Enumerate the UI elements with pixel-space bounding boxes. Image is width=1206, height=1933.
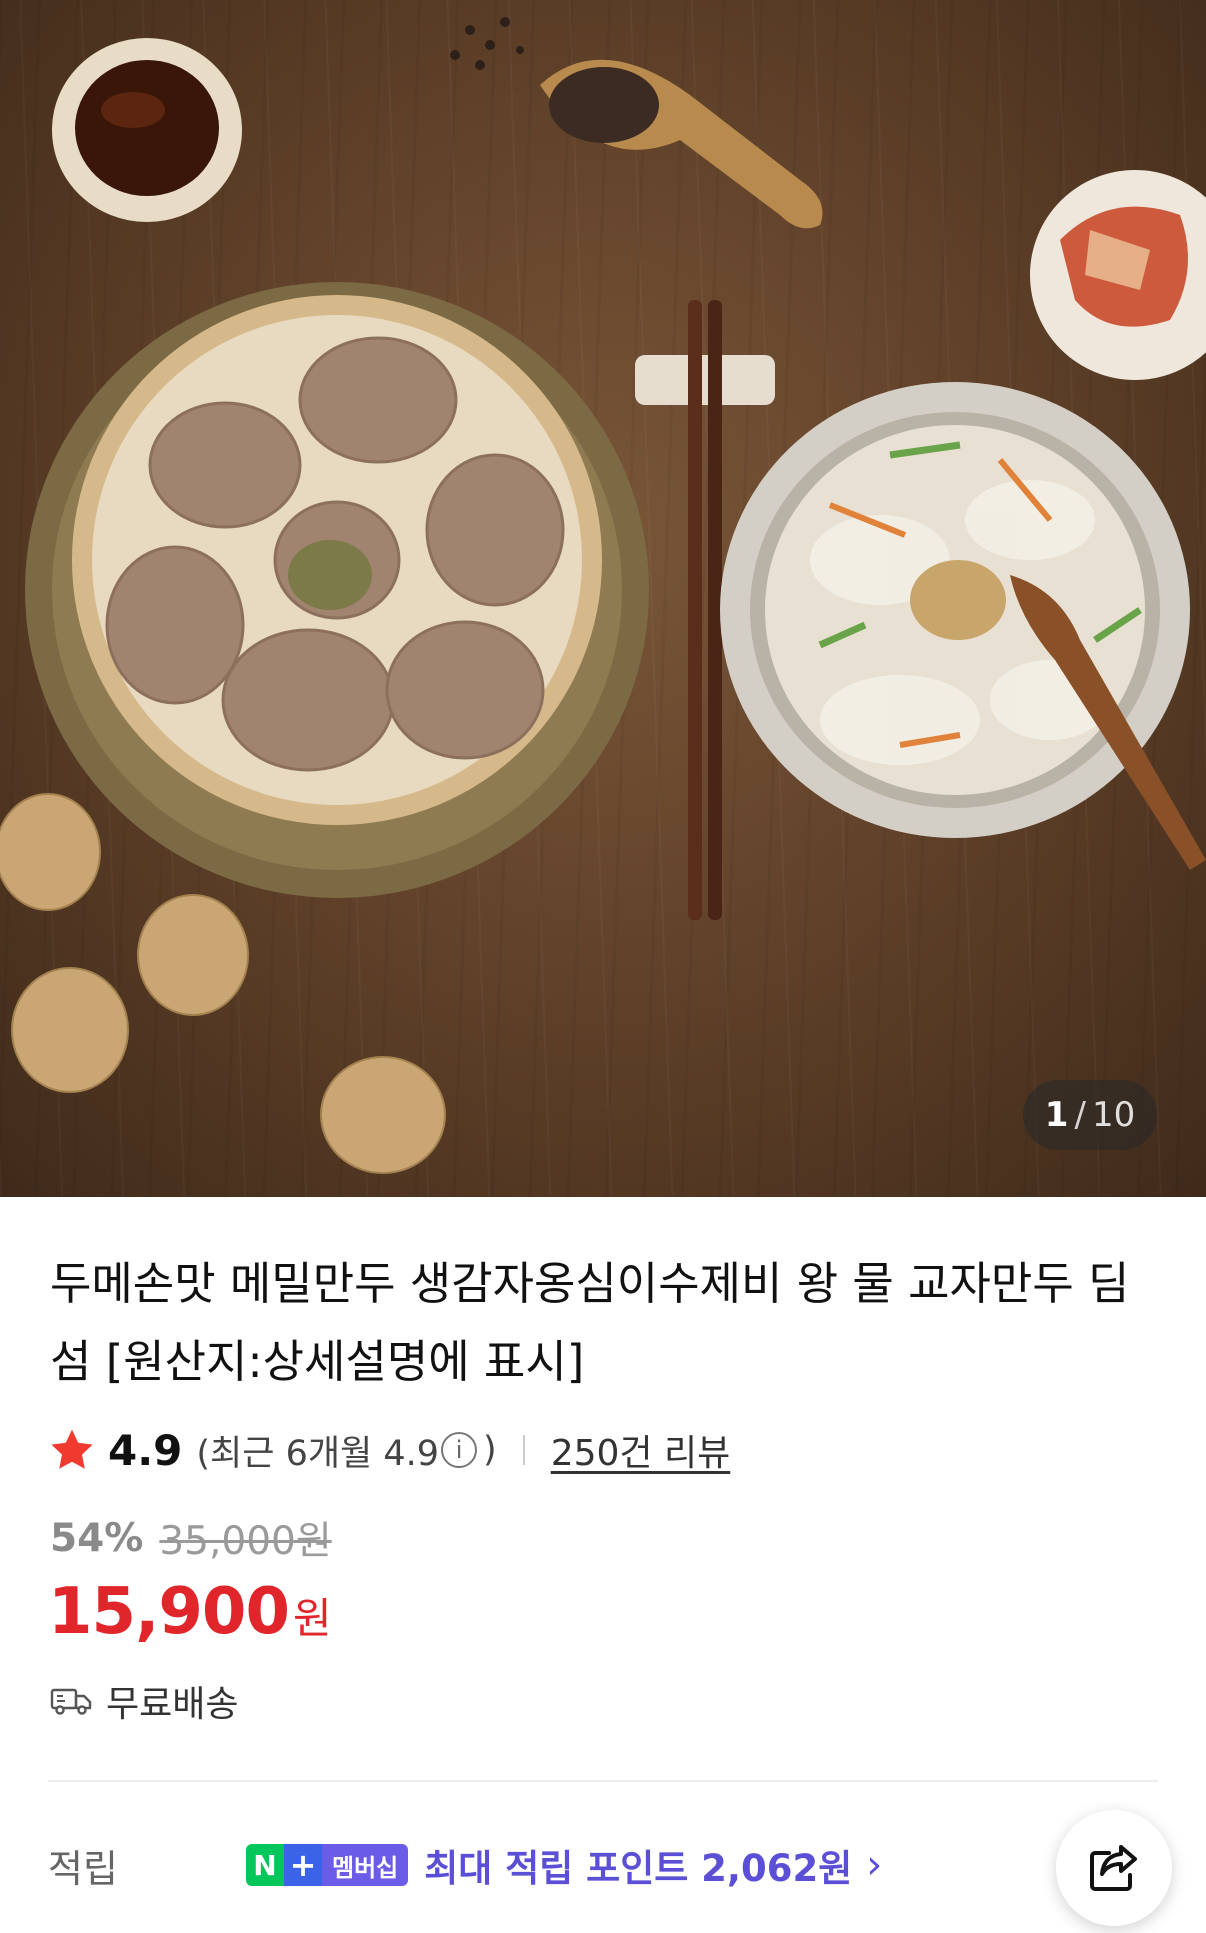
image-counter-current: 1: [1044, 1095, 1069, 1135]
plus-icon: +: [284, 1844, 322, 1886]
rating-score: 4.9: [108, 1425, 183, 1475]
review-count-link[interactable]: 250건 리뷰: [551, 1424, 731, 1476]
recent-rating: (최근 6개월 4.9: [196, 1433, 440, 1474]
rating-divider: [522, 1435, 525, 1465]
sale-price: 15,900: [48, 1575, 290, 1649]
info-icon[interactable]: i: [441, 1432, 478, 1468]
chevron-right-icon[interactable]: ›: [866, 1842, 882, 1888]
shipping-label: 무료배송: [106, 1684, 239, 1725]
rating-row: 4.9 (최근 6개월 4.9 i ) 250건 리뷰: [48, 1420, 730, 1480]
recent-rating-close: ): [483, 1430, 497, 1470]
naver-membership-badge: N + 멤버십: [246, 1844, 409, 1886]
original-price-row: 54% 35,000원: [50, 1510, 332, 1566]
image-counter-separator: /: [1074, 1095, 1086, 1135]
delivery-truck-icon: [50, 1688, 92, 1715]
product-title: 두메손맛 메밀만두 생감자옹심이수제비 왕 물 교자만두 딤섬 [원산지:상세설…: [50, 1257, 1130, 1388]
share-icon: [1090, 1845, 1137, 1891]
max-points-text[interactable]: 최대 적립 포인트 2,062원: [424, 1838, 852, 1892]
image-counter: 1 / 10: [1023, 1080, 1157, 1150]
image-counter-total: 10: [1091, 1095, 1136, 1135]
membership-badge-text: 멤버십: [322, 1844, 409, 1886]
share-button[interactable]: [1056, 1810, 1172, 1926]
star-icon: [51, 1429, 93, 1469]
points-row[interactable]: 적립 N + 멤버십 최대 적립 포인트 2,062원 ›: [48, 1830, 1158, 1900]
product-photo: [0, 17, 1206, 1174]
shipping-row: 무료배송: [50, 1675, 238, 1727]
naver-n-icon: N: [246, 1844, 284, 1886]
section-divider: [48, 1780, 1158, 1782]
discount-rate: 54%: [50, 1515, 144, 1561]
sale-price-row: 15,900 원: [48, 1575, 332, 1649]
product-image-gallery[interactable]: 1 / 10: [0, 0, 1206, 1197]
sale-price-currency: 원: [292, 1594, 332, 1643]
original-price: 35,000원: [159, 1519, 332, 1564]
points-label: 적립: [48, 1846, 118, 1891]
